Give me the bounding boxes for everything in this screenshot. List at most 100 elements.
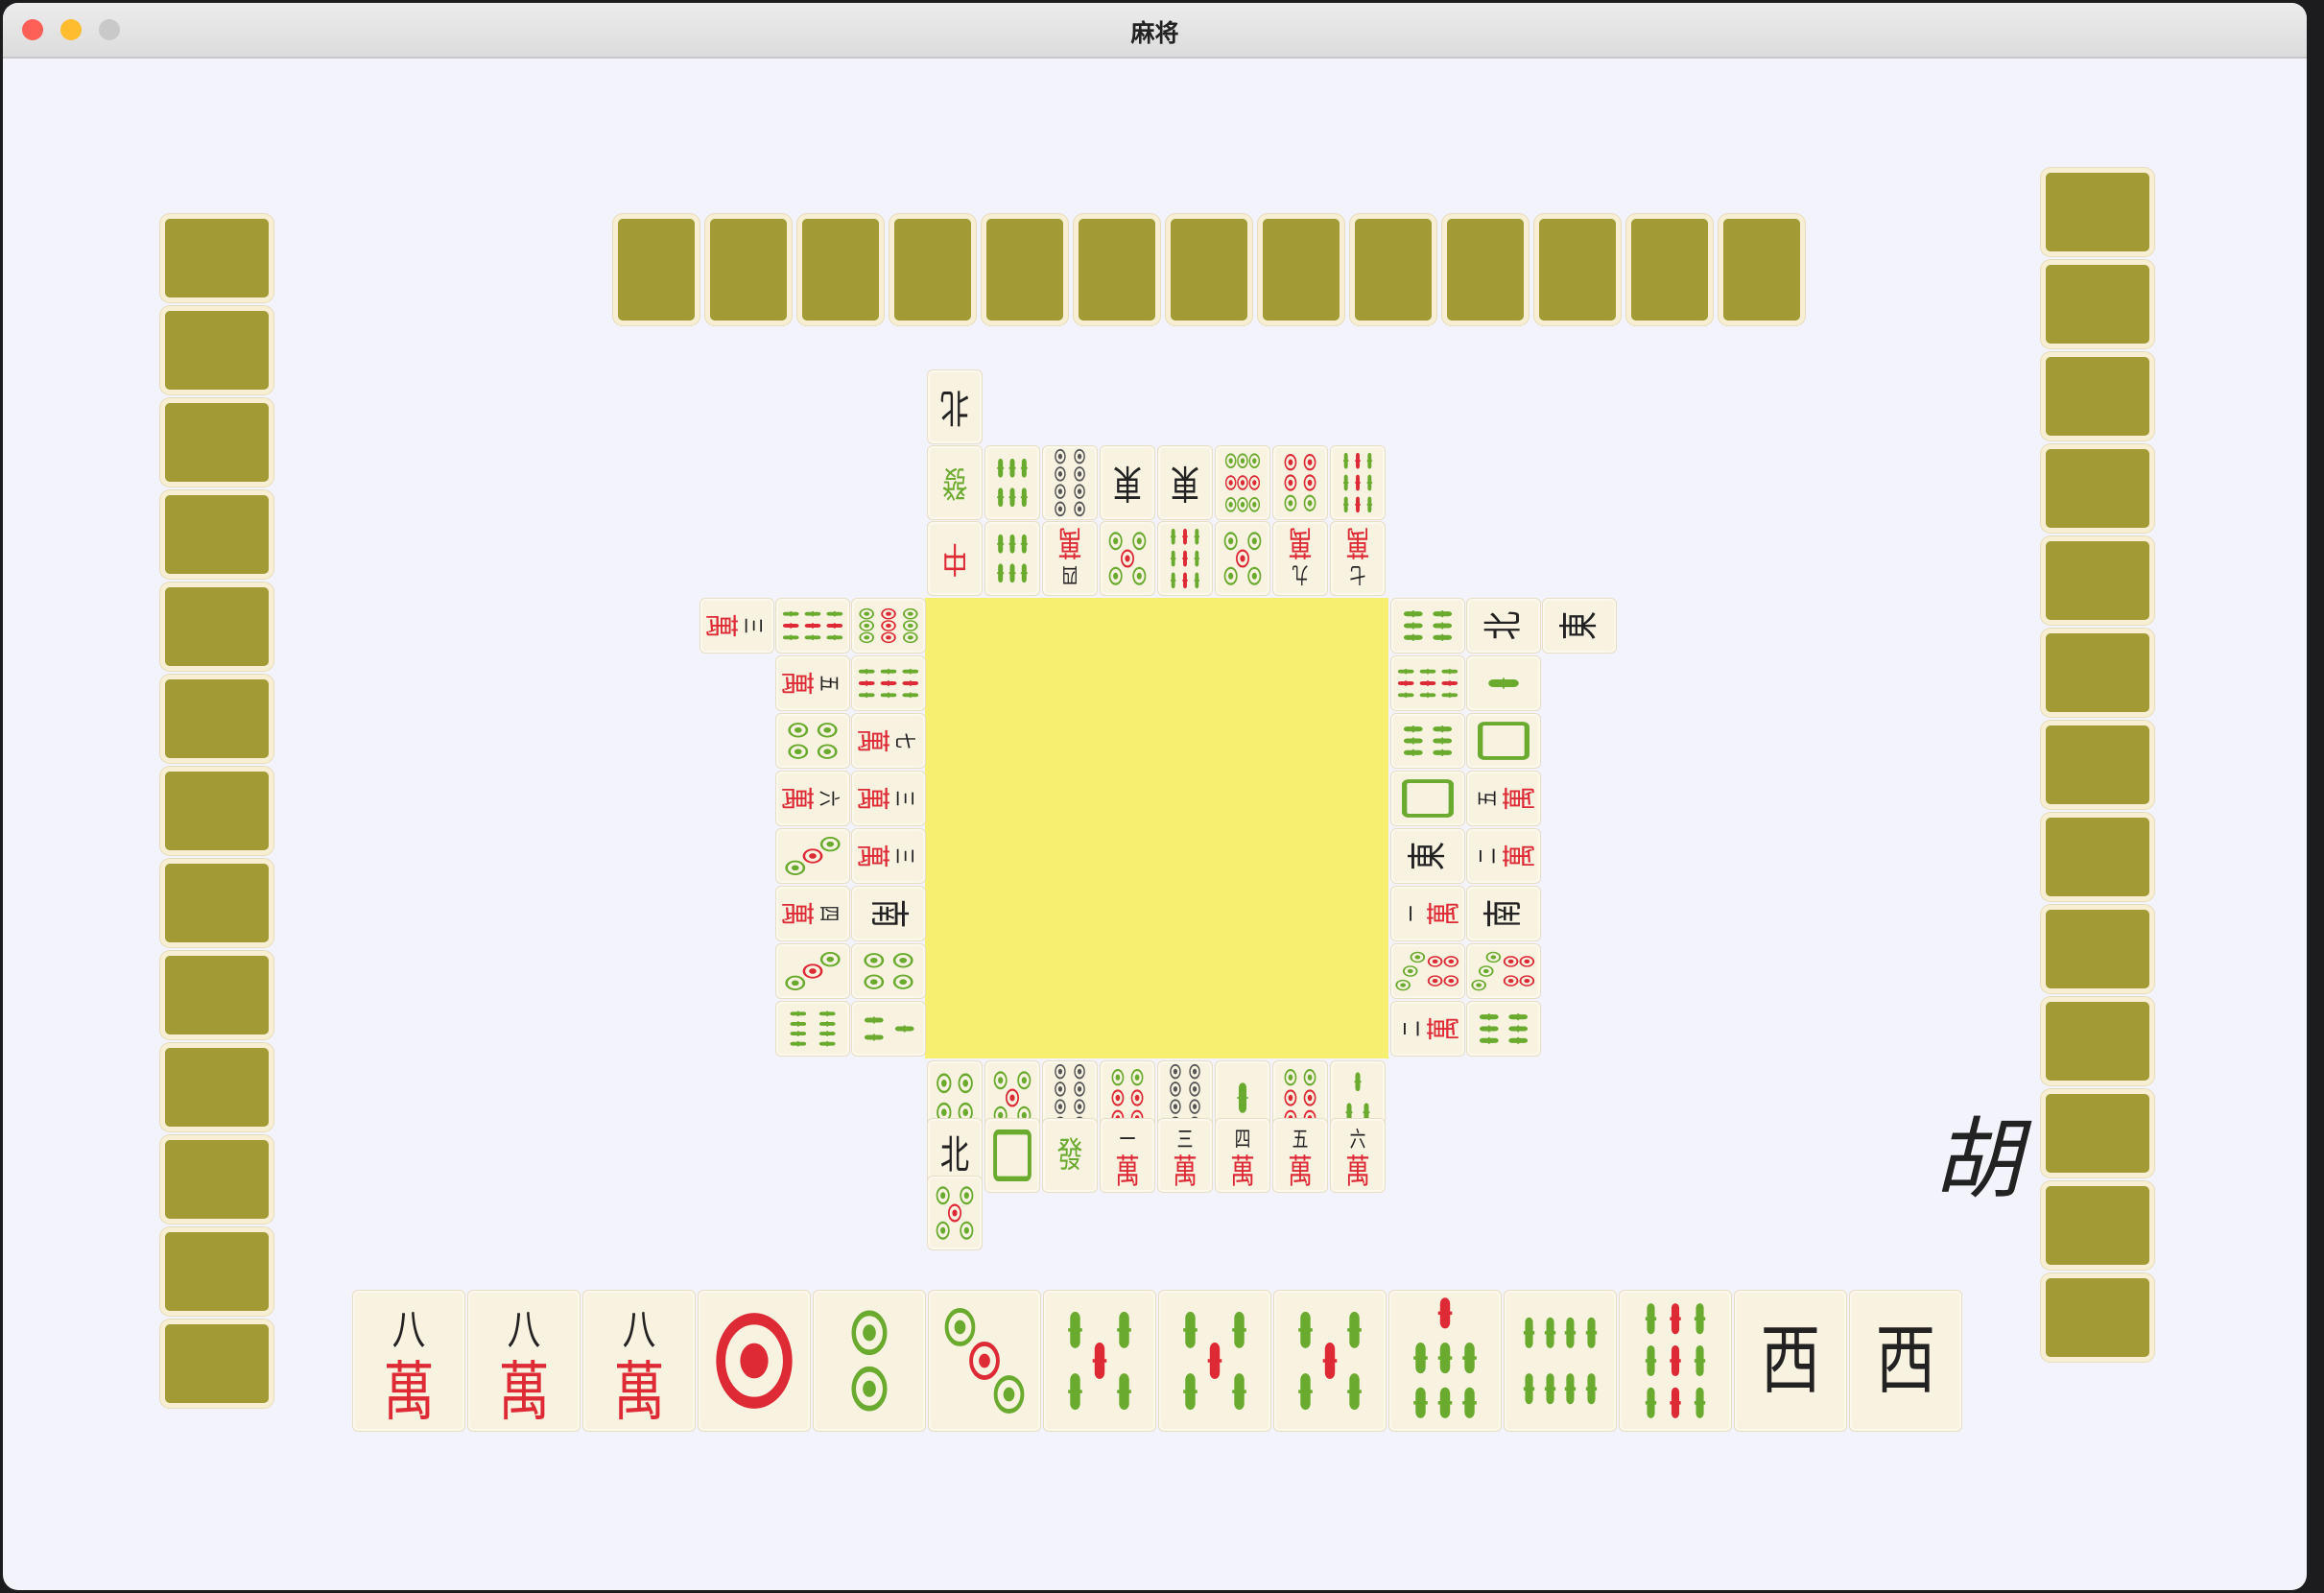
honor-character: 東 bbox=[1406, 842, 1451, 870]
character-tile: 九萬 bbox=[1272, 521, 1328, 596]
honor-character: 北 bbox=[1482, 611, 1527, 640]
wan-character: 萬 bbox=[498, 1356, 549, 1431]
wan-character: 萬 bbox=[1345, 1153, 1370, 1192]
dots-6-tile bbox=[1272, 445, 1328, 520]
opponent-left-hidden-tile bbox=[160, 1135, 273, 1224]
character-tile[interactable]: 八萬 bbox=[582, 1290, 696, 1432]
opponent-right-hidden-tile bbox=[2041, 260, 2154, 348]
bamboo-8-tile[interactable] bbox=[1504, 1290, 1617, 1432]
bamboo-5-tile[interactable] bbox=[1043, 1290, 1156, 1432]
opponent-top-hidden-tile bbox=[1534, 214, 1621, 325]
wan-number: 二 bbox=[1474, 848, 1500, 865]
wind-tile: 東 bbox=[1390, 828, 1465, 884]
game-board: 胡 八萬八萬八萬西西北發一萬三萬四萬五萬六萬中四萬九萬七萬發東東北七萬三萬三萬南… bbox=[3, 59, 2307, 1590]
character-tile: 六萬 bbox=[775, 771, 850, 826]
wan-number: 一 bbox=[1398, 906, 1424, 922]
dots-3-tile bbox=[775, 943, 850, 999]
opponent-right-hidden-tile bbox=[2041, 168, 2154, 256]
opponent-left-hidden-tile bbox=[160, 767, 273, 855]
bamboo-6-tile bbox=[984, 521, 1040, 596]
bamboo-7-tile[interactable] bbox=[1388, 1290, 1502, 1432]
bamboo-5-tile[interactable] bbox=[1273, 1290, 1387, 1432]
green-dragon-tile: 發 bbox=[1042, 1118, 1098, 1193]
dots-1-tile[interactable] bbox=[698, 1290, 811, 1432]
character-tile[interactable]: 八萬 bbox=[352, 1290, 465, 1432]
game-window: 麻将 胡 八萬八萬八萬西西北發一萬三萬四萬五萬六萬中四萬九萬七萬發東東北七萬三萬… bbox=[3, 3, 2307, 1590]
wan-character: 萬 bbox=[613, 1356, 664, 1431]
opponent-left-hidden-tile bbox=[160, 306, 273, 394]
bamboo-9-tile bbox=[1157, 521, 1213, 596]
wan-number: 五 bbox=[1474, 791, 1500, 807]
wan-character: 萬 bbox=[852, 844, 890, 868]
character-tile: 二萬 bbox=[1466, 828, 1541, 884]
dots-3-tile bbox=[775, 828, 850, 884]
hu-label[interactable]: 胡 bbox=[1933, 1116, 2022, 1204]
opponent-top-hidden-tile bbox=[1074, 214, 1160, 325]
wan-character: 萬 bbox=[1173, 1153, 1198, 1192]
opponent-left-hidden-tile bbox=[160, 398, 273, 487]
wan-character: 萬 bbox=[1288, 522, 1313, 560]
bamboo-5-tile[interactable] bbox=[1158, 1290, 1271, 1432]
opponent-right-hidden-tile bbox=[2041, 352, 2154, 440]
wind-tile: 南 bbox=[1466, 886, 1541, 941]
bamboo-6-tile bbox=[1466, 1001, 1541, 1057]
dots-5-tile bbox=[1215, 521, 1270, 596]
wind-tile[interactable]: 西 bbox=[1734, 1290, 1847, 1432]
wind-tile: 東 bbox=[1100, 445, 1155, 520]
dots-9-tile bbox=[1215, 445, 1270, 520]
opponent-right-hidden-tile bbox=[2041, 1181, 2154, 1270]
white-dragon-frame bbox=[1402, 779, 1454, 818]
white-dragon-frame bbox=[993, 1129, 1032, 1181]
honor-character: 東 bbox=[1171, 460, 1199, 505]
opponent-right-hidden-tile bbox=[2041, 444, 2154, 533]
character-tile: 三萬 bbox=[851, 828, 926, 884]
wan-character: 萬 bbox=[776, 901, 815, 926]
character-tile: 三萬 bbox=[700, 598, 774, 654]
opponent-top-hidden-tile bbox=[613, 214, 700, 325]
honor-character: 西 bbox=[1761, 1316, 1821, 1404]
white-dragon-frame bbox=[1478, 722, 1530, 760]
opponent-left-hidden-tile bbox=[160, 951, 273, 1039]
opponent-right-hidden-tile bbox=[2041, 997, 2154, 1085]
character-tile: 四萬 bbox=[775, 886, 850, 941]
character-tile: 六萬 bbox=[1330, 1118, 1386, 1193]
white-dragon-tile bbox=[984, 1118, 1040, 1193]
dots-9-tile bbox=[851, 598, 926, 654]
character-tile[interactable]: 八萬 bbox=[467, 1290, 581, 1432]
honor-character: 東 bbox=[1557, 611, 1602, 640]
wan-number: 六 bbox=[1350, 1126, 1366, 1152]
wan-character: 萬 bbox=[383, 1356, 434, 1431]
dots-2-tile[interactable] bbox=[813, 1290, 926, 1432]
opponent-right-hidden-tile bbox=[2041, 721, 2154, 809]
white-dragon-tile bbox=[1466, 713, 1541, 769]
wan-number: 五 bbox=[816, 676, 842, 692]
bamboo-6-tile bbox=[984, 445, 1040, 520]
dots-8-tile bbox=[1042, 445, 1098, 520]
green-dragon-tile: 發 bbox=[927, 445, 983, 520]
opponent-left-hidden-tile bbox=[160, 214, 273, 302]
title-bar: 麻将 bbox=[3, 3, 2307, 59]
bamboo-9-tile bbox=[1390, 655, 1465, 711]
character-tile: 七萬 bbox=[1330, 521, 1386, 596]
wind-tile: 南 bbox=[851, 886, 926, 941]
opponent-right-hidden-tile bbox=[2041, 1273, 2154, 1362]
wan-number: 九 bbox=[1292, 561, 1309, 587]
character-tile: 五萬 bbox=[1272, 1118, 1328, 1193]
dots-3-tile[interactable] bbox=[928, 1290, 1041, 1432]
character-tile: 五萬 bbox=[775, 655, 850, 711]
red-dragon-character: 中 bbox=[942, 538, 968, 580]
opponent-right-hidden-tile bbox=[2041, 536, 2154, 625]
wan-character: 萬 bbox=[1345, 522, 1370, 560]
opponent-right-hidden-tile bbox=[2041, 813, 2154, 901]
wind-tile: 東 bbox=[1157, 445, 1213, 520]
dots-5-tile bbox=[1100, 521, 1155, 596]
character-tile: 五萬 bbox=[1466, 771, 1541, 826]
opponent-top-hidden-tile bbox=[982, 214, 1068, 325]
opponent-top-hidden-tile bbox=[1258, 214, 1344, 325]
wan-character: 萬 bbox=[776, 671, 815, 696]
bamboo-9-tile[interactable] bbox=[1619, 1290, 1732, 1432]
opponent-left-hidden-tile bbox=[160, 1320, 273, 1408]
wan-character: 萬 bbox=[700, 613, 739, 638]
character-tile: 三萬 bbox=[851, 771, 926, 826]
wind-tile[interactable]: 西 bbox=[1849, 1290, 1962, 1432]
